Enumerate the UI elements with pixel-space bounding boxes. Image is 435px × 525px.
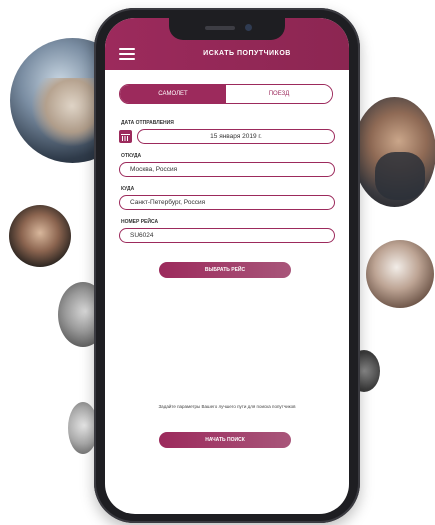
start-search-button[interactable]: Начать поиск: [159, 432, 291, 448]
phone-frame: Искать попутчиков Самолет Поезд Дата отп…: [94, 8, 360, 523]
date-field[interactable]: 15 января 2019 г.: [137, 129, 335, 144]
phone-screen: Искать попутчиков Самолет Поезд Дата отп…: [105, 18, 349, 514]
to-label: Куда: [121, 186, 135, 192]
hamburger-icon[interactable]: [119, 48, 135, 60]
date-label: Дата отправления: [121, 120, 174, 126]
from-label: Откуда: [121, 153, 142, 159]
search-form: Самолет Поезд Дата отправления 15 января…: [105, 70, 349, 514]
calendar-icon[interactable]: [119, 130, 132, 143]
photo-circle: [366, 240, 434, 308]
photo-circle: [9, 205, 71, 267]
transport-tabs: Самолет Поезд: [119, 84, 333, 104]
to-field[interactable]: Санкт-Петербург, Россия: [119, 195, 335, 210]
tab-train[interactable]: Поезд: [226, 85, 332, 103]
front-camera: [245, 24, 252, 31]
phone-notch: [169, 18, 285, 40]
search-hint: Задайте параметры Вашего лучшего пути дл…: [158, 404, 296, 409]
flight-label: Номер рейса: [121, 219, 159, 225]
tab-plane[interactable]: Самолет: [120, 85, 226, 103]
select-flight-button[interactable]: Выбрать рейс: [159, 262, 291, 278]
from-field[interactable]: Москва, Россия: [119, 162, 335, 177]
photo-circle: [353, 97, 435, 207]
speaker-grille: [205, 26, 235, 30]
flight-number-field[interactable]: SU6024: [119, 228, 335, 243]
page-title: Искать попутчиков: [203, 50, 291, 57]
